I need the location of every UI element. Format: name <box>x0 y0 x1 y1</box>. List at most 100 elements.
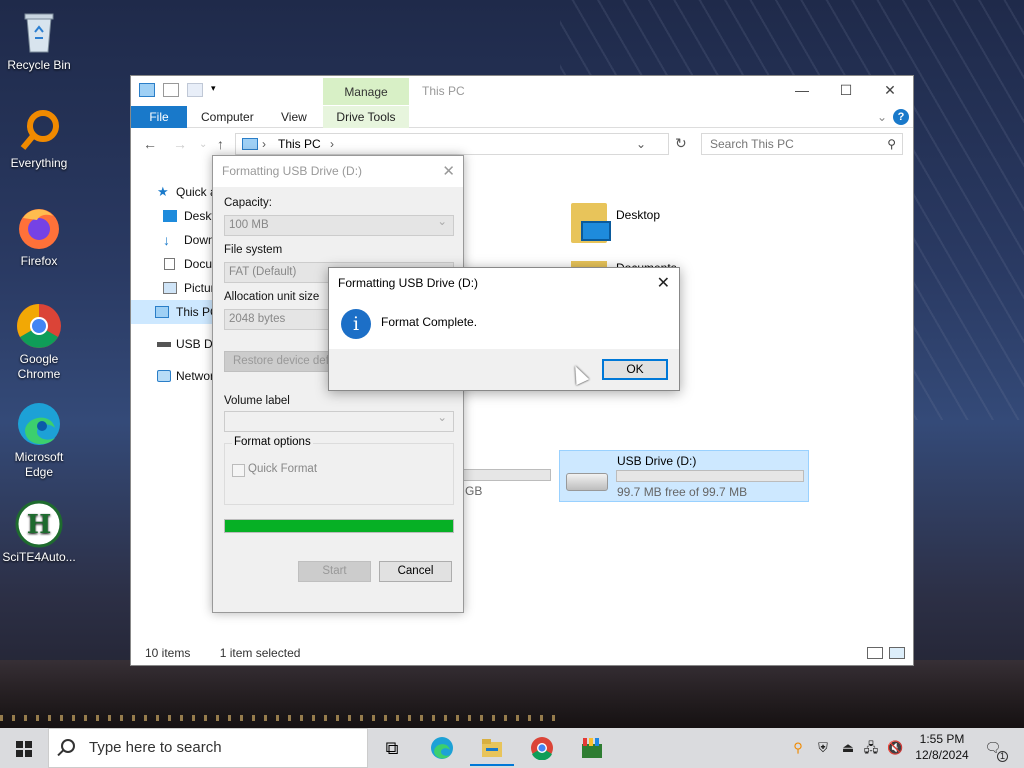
nav-documents[interactable]: Documents <box>131 252 221 276</box>
volume-muted-icon[interactable]: 🔇 <box>887 740 903 756</box>
capacity-select[interactable]: 100 MB <box>224 213 454 236</box>
nav-pictures[interactable]: Pictures <box>131 276 221 300</box>
nav-downloads[interactable]: ↓Downloads <box>131 228 221 252</box>
recycle-bin-icon <box>15 8 63 56</box>
drive-usage-bar <box>616 470 804 482</box>
recent-locations-icon[interactable]: ⌄ <box>199 139 207 150</box>
everything-magnifier-icon <box>15 106 63 154</box>
close-icon[interactable]: ✕ <box>442 162 455 180</box>
new-folder-icon[interactable] <box>187 83 203 97</box>
computer-icon[interactable] <box>139 83 155 97</box>
desktop-icon-scite[interactable]: H SciTE4Auto... <box>2 500 76 565</box>
start-button[interactable] <box>0 728 48 768</box>
window-title: This PC <box>422 84 465 98</box>
volume-label-input[interactable] <box>224 409 454 432</box>
maximize-button[interactable]: ☐ <box>831 82 861 99</box>
notification-count: 1 <box>997 751 1008 762</box>
customize-qat-icon[interactable]: ▾ <box>211 83 219 97</box>
address-dropdown-icon[interactable]: ⌄ <box>636 134 646 154</box>
tab-file[interactable]: File <box>131 106 187 128</box>
desktop-icon-label: Firefox <box>20 254 58 268</box>
navigation-pane: ★Quick access Desktop ↓Downloads Documen… <box>131 180 221 388</box>
edge-taskbar-icon[interactable] <box>430 736 454 760</box>
edge-icon <box>15 400 63 448</box>
drive-tile-usb[interactable]: USB Drive (D:) 99.7 MB free of 99.7 MB <box>559 450 809 502</box>
everything-tray-icon[interactable]: ⚲ <box>790 740 806 756</box>
svg-text:H: H <box>27 510 52 540</box>
clock-date: 12/8/2024 <box>915 748 969 762</box>
document-icon <box>164 258 175 270</box>
nav-this-pc[interactable]: This PC <box>131 300 221 324</box>
quick-format-label: Quick Format <box>248 463 318 475</box>
ok-button[interactable]: OK <box>602 359 668 380</box>
status-bar: 10 items 1 item selected <box>131 641 913 665</box>
cancel-button[interactable]: Cancel <box>379 561 452 582</box>
breadcrumb: This PC <box>278 137 321 151</box>
breadcrumb-chevron-icon: › <box>262 137 266 151</box>
tab-computer[interactable]: Computer <box>201 106 254 128</box>
firefox-icon <box>15 204 63 252</box>
desktop-icon-label: SciTE4Auto... <box>2 550 76 564</box>
back-arrow-icon[interactable]: ← <box>143 136 157 152</box>
tab-drive-tools[interactable]: Drive Tools <box>323 106 409 128</box>
nav-quick-access[interactable]: ★Quick access <box>131 180 221 204</box>
expand-ribbon-icon[interactable]: ⌄ <box>877 106 887 128</box>
dialog-title: Formatting USB Drive (D:) <box>338 276 479 290</box>
drive-usage-bar <box>449 469 551 481</box>
up-arrow-icon[interactable]: ↑ <box>217 136 224 152</box>
file-explorer-taskbar-icon[interactable] <box>470 736 514 766</box>
close-icon[interactable]: ✕ <box>657 273 670 293</box>
star-icon: ★ <box>157 184 169 199</box>
forward-arrow-icon[interactable]: → <box>173 136 187 152</box>
tab-view[interactable]: View <box>281 106 307 128</box>
refresh-icon[interactable]: ↻ <box>675 135 687 152</box>
desktop-icon-firefox[interactable]: Firefox <box>2 204 76 269</box>
network-icon[interactable]: 🖧 <box>863 740 879 756</box>
search-icon <box>61 739 75 753</box>
desktop-folder-icon <box>571 203 611 243</box>
minimize-button[interactable]: — <box>787 82 817 98</box>
format-progress-bar <box>224 519 454 533</box>
manage-contextual-tab[interactable]: Manage <box>323 78 409 105</box>
close-button[interactable]: ✕ <box>875 82 905 99</box>
nav-network[interactable]: Network <box>131 364 221 388</box>
format-options-group: Format options Quick Format <box>224 436 454 505</box>
desktop-icon-edge[interactable]: Microsoft Edge <box>2 400 76 480</box>
chrome-taskbar-icon[interactable] <box>530 736 554 761</box>
network-icon <box>157 370 171 382</box>
address-bar[interactable]: › This PC › ⌄ <box>235 133 669 155</box>
desktop-icon-chrome[interactable]: Google Chrome <box>2 302 76 382</box>
dialog-title: Formatting USB Drive (D:) <box>213 156 463 187</box>
nav-desktop[interactable]: Desktop <box>131 204 221 228</box>
notification-center-icon[interactable]: 🗨 1 <box>982 740 1008 762</box>
search-input[interactable]: Search This PC ⚲ <box>701 133 903 155</box>
task-view-icon[interactable]: ⧉ <box>380 736 404 760</box>
title-bar: ▾ Manage This PC — ☐ ✕ <box>131 76 913 106</box>
search-placeholder: Search This PC <box>710 137 794 151</box>
system-clock[interactable]: 1:55 PM 12/8/2024 <box>912 731 972 763</box>
taskbar-search-box[interactable]: Type here to search <box>48 728 368 768</box>
details-view-icon[interactable] <box>867 647 883 659</box>
defender-shield-icon[interactable]: ⛨ <box>815 740 831 756</box>
start-button[interactable]: Start <box>298 561 371 582</box>
app-taskbar-icon[interactable] <box>580 736 604 760</box>
properties-icon[interactable] <box>163 83 179 97</box>
format-complete-dialog: Formatting USB Drive (D:) ✕ i Format Com… <box>328 267 680 391</box>
desktop-folder-icon <box>163 210 177 222</box>
quick-access-toolbar: ▾ <box>139 83 219 97</box>
view-toggles <box>867 647 905 659</box>
usb-eject-icon[interactable]: ⏏ <box>840 740 856 756</box>
address-row: ← → ⌄ ↑ › This PC › ⌄ ↻ Search This PC ⚲ <box>131 128 913 158</box>
info-icon: i <box>341 309 371 339</box>
windows-logo-icon <box>16 741 32 757</box>
desktop-icon-recycle-bin[interactable]: Recycle Bin <box>2 8 76 73</box>
search-placeholder: Type here to search <box>89 739 222 756</box>
quick-format-checkbox[interactable] <box>232 464 245 477</box>
desktop-icon-everything[interactable]: Everything <box>2 106 76 171</box>
drive-name: USB Drive (D:) <box>617 454 697 468</box>
nav-usb-drive[interactable]: USB Drive (D:) <box>131 332 221 356</box>
allocation-size-label: Allocation unit size <box>224 291 320 303</box>
large-icons-view-icon[interactable] <box>889 647 905 659</box>
help-icon[interactable]: ? <box>893 109 909 125</box>
desktop-icon-label: Recycle Bin <box>7 58 71 72</box>
